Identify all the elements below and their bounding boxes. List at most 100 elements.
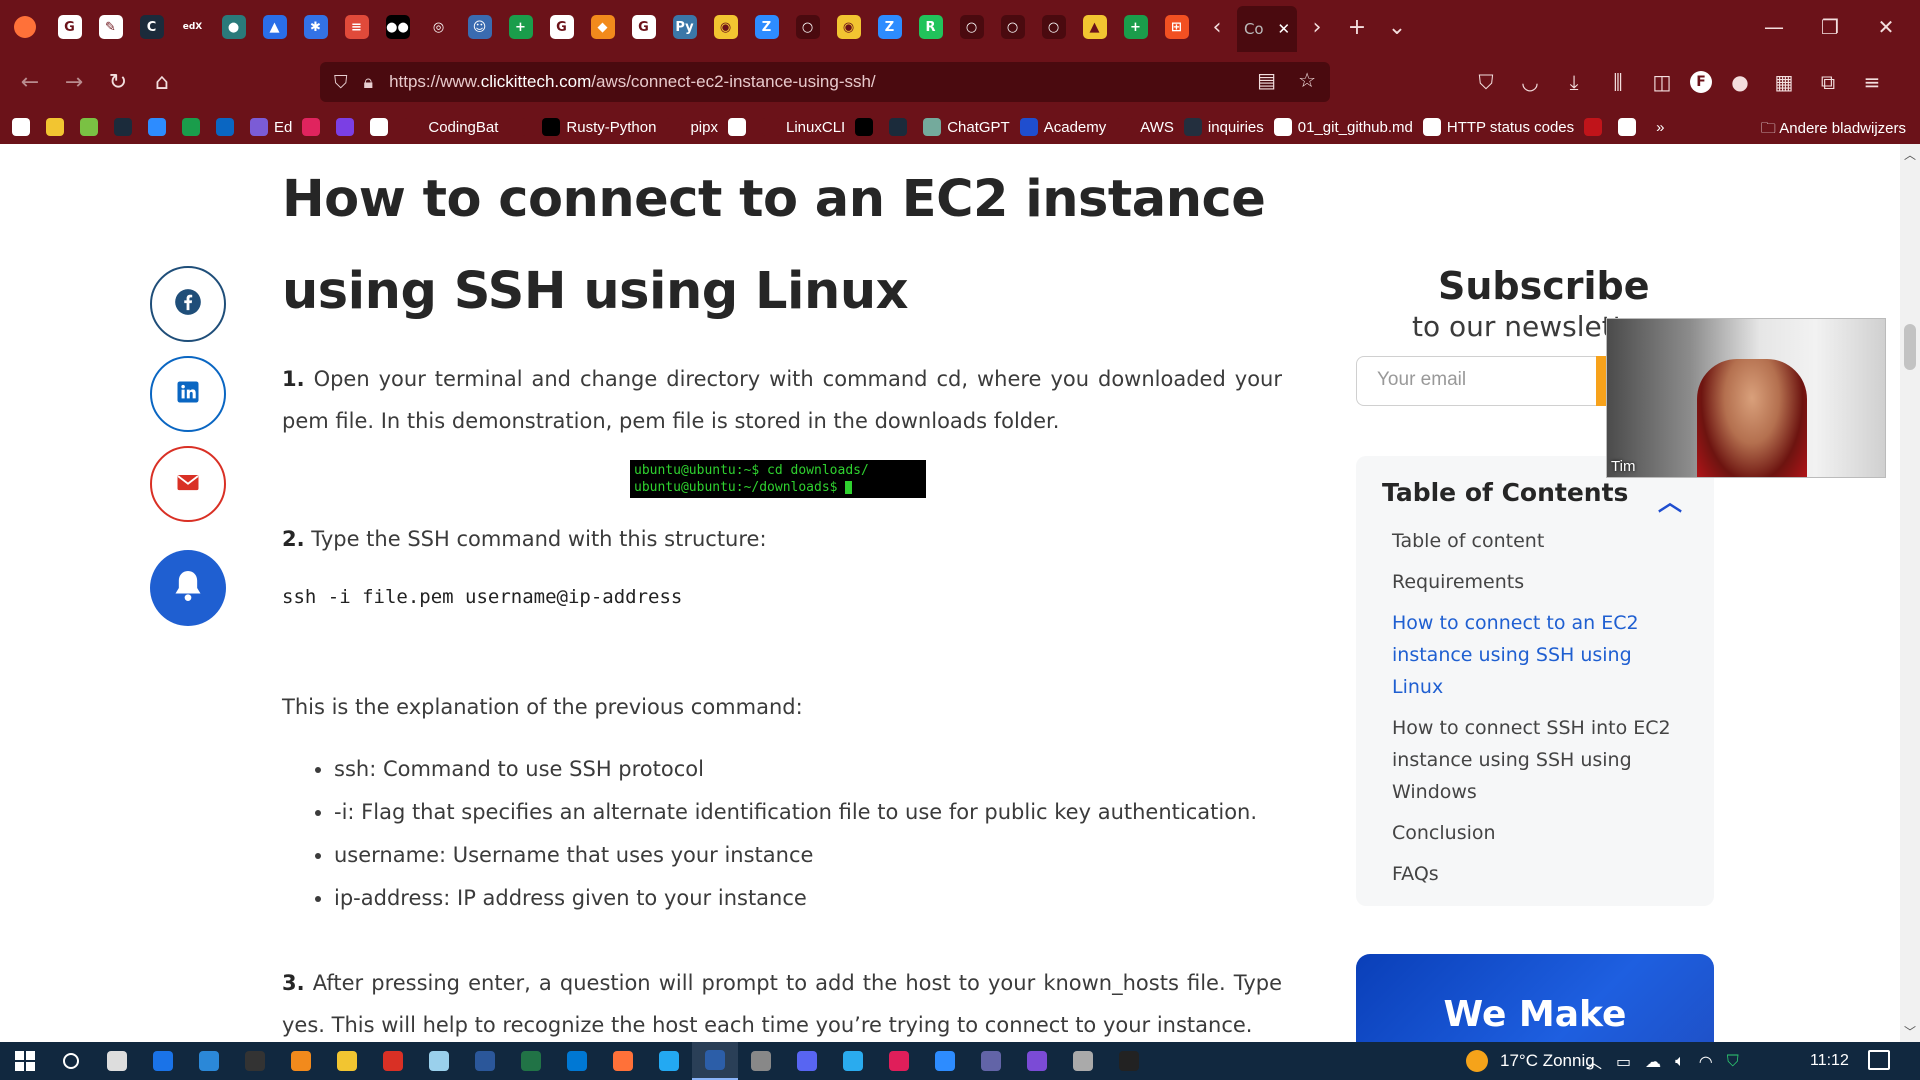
app-orange-icon[interactable] xyxy=(278,1042,324,1080)
bookmark-item[interactable]: Academy xyxy=(1019,118,1106,136)
restore-icon[interactable]: ❐ xyxy=(1802,15,1858,39)
bookmark-item[interactable] xyxy=(855,118,879,136)
shield-app-icon[interactable] xyxy=(94,1042,140,1080)
reload-icon[interactable]: ↻ xyxy=(96,70,140,95)
bookmark-item[interactable] xyxy=(114,118,138,136)
slack-icon[interactable] xyxy=(876,1042,922,1080)
discord-icon[interactable] xyxy=(784,1042,830,1080)
toc-item[interactable]: Table of content xyxy=(1392,525,1688,557)
email-share-button[interactable] xyxy=(150,446,226,522)
toc-item[interactable]: Requirements xyxy=(1392,566,1688,598)
home-icon[interactable]: ⌂ xyxy=(140,70,184,95)
sidebar-icon[interactable]: ◫ xyxy=(1646,70,1678,94)
folder-icon[interactable] xyxy=(324,1042,370,1080)
extensions-icon[interactable]: ⧉ xyxy=(1812,70,1844,94)
bookmark-item[interactable] xyxy=(1584,118,1608,136)
medium-icon[interactable]: ●● xyxy=(385,15,410,39)
github-icon[interactable]: ○ xyxy=(1041,15,1066,39)
edx-icon[interactable]: edX xyxy=(180,15,205,39)
windows-color-icon[interactable]: ⊞ xyxy=(1164,15,1189,39)
bookmark-item[interactable]: LinuxCLI xyxy=(762,118,845,136)
python-icon[interactable]: Py xyxy=(672,15,697,39)
extension-icon[interactable]: ● xyxy=(1724,70,1756,94)
active-tab[interactable]: Co ✕ xyxy=(1237,6,1297,52)
app-window-icon[interactable] xyxy=(738,1042,784,1080)
chevron-up-icon[interactable]: ︿ xyxy=(1658,482,1682,517)
facebook-share-button[interactable] xyxy=(150,266,226,342)
stack-icon[interactable]: ≡ xyxy=(344,15,369,39)
bookmark-item[interactable] xyxy=(182,118,206,136)
notes-icon[interactable]: ✎ xyxy=(98,15,123,39)
github-icon[interactable]: ○ xyxy=(795,15,820,39)
scroll-up-icon[interactable]: ︿ xyxy=(1904,146,1916,163)
chrome-icon[interactable]: ◉ xyxy=(713,15,738,39)
github-icon[interactable]: ○ xyxy=(1000,15,1025,39)
cube-icon[interactable]: ◆ xyxy=(590,15,615,39)
bookmark-item[interactable]: Ed xyxy=(250,118,292,136)
email-input[interactable]: Your email xyxy=(1356,356,1596,406)
search-icon[interactable] xyxy=(48,1042,94,1080)
teams-icon[interactable] xyxy=(968,1042,1014,1080)
toc-item[interactable]: FAQs xyxy=(1392,858,1688,890)
bookmark-item[interactable] xyxy=(508,118,532,136)
downloads-icon[interactable]: ⤓ xyxy=(1558,70,1590,94)
robot-icon[interactable]: ☺ xyxy=(467,15,492,39)
powershell-icon[interactable] xyxy=(692,1042,738,1080)
toc-item[interactable]: Conclusion xyxy=(1392,817,1688,849)
github-icon[interactable] xyxy=(1014,1042,1060,1080)
scroll-down-icon[interactable]: ﹀ xyxy=(1904,1023,1916,1040)
drive-icon[interactable]: ▲ xyxy=(1082,15,1107,39)
circle-c-icon[interactable]: C xyxy=(139,15,164,39)
tracking-shield-icon[interactable]: ⛉ xyxy=(334,72,348,93)
scrollbar-thumb[interactable] xyxy=(1904,324,1916,370)
acrobat-icon[interactable] xyxy=(370,1042,416,1080)
bookmark-item[interactable] xyxy=(12,118,36,136)
extension-2-icon[interactable]: ▦ xyxy=(1768,70,1800,94)
notification-bell-button[interactable] xyxy=(150,550,226,626)
excel-icon[interactable] xyxy=(508,1042,554,1080)
bookmarks-overflow-icon[interactable]: » xyxy=(1656,119,1664,136)
back-icon[interactable]: ← xyxy=(8,70,52,95)
firefox-menu-icon[interactable] xyxy=(14,16,36,38)
bookmark-item[interactable] xyxy=(1618,118,1642,136)
kubernetes-icon[interactable]: ✱ xyxy=(303,15,328,39)
app-grey-icon[interactable] xyxy=(1060,1042,1106,1080)
plus-green-icon[interactable]: + xyxy=(508,15,533,39)
tray-chevron-icon[interactable]: ︿ xyxy=(1586,1049,1602,1073)
toc-item[interactable]: How to connect SSH into EC2 instance usi… xyxy=(1392,712,1688,808)
bookmark-item[interactable]: Rusty-Python xyxy=(542,118,656,136)
other-bookmarks-folder[interactable]: 🗀︎ Andere bladwijzers xyxy=(1761,118,1906,143)
bookmark-item[interactable] xyxy=(336,118,360,136)
reader-view-icon[interactable]: ▤ xyxy=(1257,68,1276,92)
app-mail-icon[interactable] xyxy=(186,1042,232,1080)
url-bar[interactable]: ⛉ 🔒︎ https://www.clickittech.com/aws/con… xyxy=(320,62,1330,102)
security-icon[interactable]: ⛉ xyxy=(1727,1051,1739,1071)
bookmark-item[interactable]: 01_git_github.md xyxy=(1273,118,1413,136)
page-scrollbar[interactable]: ︿ ﹀ xyxy=(1900,144,1920,1042)
toc-item[interactable]: How to connect to an EC2 instance using … xyxy=(1392,607,1688,703)
promo-banner[interactable]: We Make xyxy=(1356,954,1714,1042)
webcam-overlay[interactable]: Tim xyxy=(1606,318,1886,478)
plus-green-icon[interactable]: + xyxy=(1123,15,1148,39)
telegram-icon[interactable] xyxy=(830,1042,876,1080)
word-icon[interactable] xyxy=(462,1042,508,1080)
app-menu-icon[interactable]: ≡ xyxy=(1856,70,1888,94)
google-icon[interactable]: G xyxy=(549,15,574,39)
bookmark-item[interactable] xyxy=(302,118,326,136)
app-blue-icon[interactable] xyxy=(140,1042,186,1080)
tab-scroll-right-icon[interactable]: › xyxy=(1297,15,1337,40)
bookmark-item[interactable]: HTTP status codes xyxy=(1422,118,1574,136)
library-icon[interactable]: ⫼ xyxy=(1602,70,1634,94)
close-tab-icon[interactable]: ✕ xyxy=(1277,20,1290,38)
pocket-icon[interactable]: ◡ xyxy=(1514,70,1546,94)
forward-icon[interactable]: → xyxy=(52,70,96,95)
triangle-icon[interactable]: ▲ xyxy=(262,15,287,39)
windows-start-icon[interactable] xyxy=(2,1042,48,1080)
globe-icon[interactable]: ◎ xyxy=(426,15,451,39)
new-tab-icon[interactable]: + xyxy=(1337,15,1377,40)
zoom-icon[interactable]: Z xyxy=(754,15,779,39)
bookmark-item[interactable]: inquiries xyxy=(1183,118,1264,136)
r-icon[interactable]: R xyxy=(918,15,943,39)
tab-scroll-left-icon[interactable]: ‹ xyxy=(1197,15,1237,40)
google-icon[interactable]: G xyxy=(631,15,656,39)
